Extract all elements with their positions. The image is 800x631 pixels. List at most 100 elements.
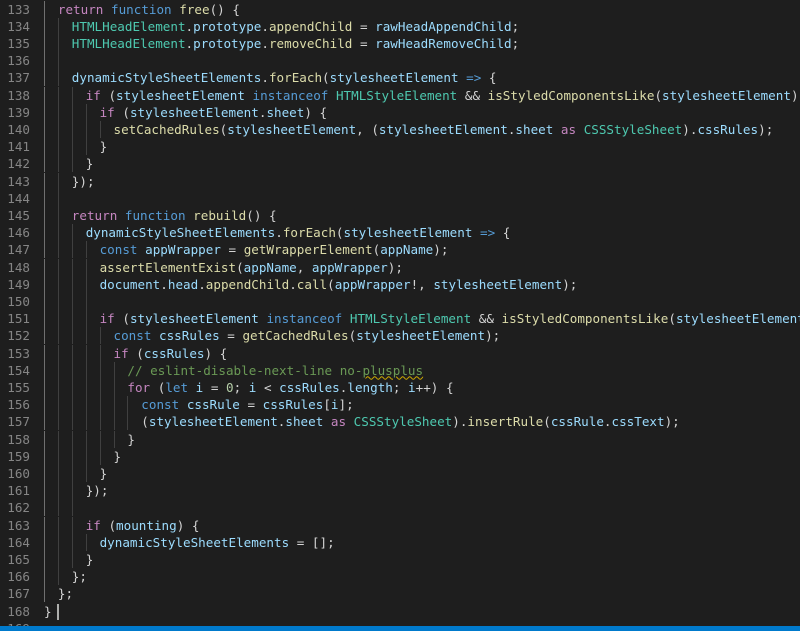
indent-guide: [57, 172, 59, 190]
code-token: ).: [682, 121, 698, 137]
indent-guide: [44, 413, 45, 431]
indent-guide: [44, 172, 45, 190]
indent-guide: [44, 138, 45, 156]
indent-guide: [127, 413, 129, 431]
indent-guide: [57, 568, 59, 586]
code-token: .: [275, 225, 283, 241]
indent-guide: [57, 103, 59, 121]
indent-guide: [99, 413, 101, 431]
code-token: cssRules: [697, 121, 759, 137]
code-token: appWrapper: [334, 276, 411, 292]
indent-guide: [57, 533, 59, 551]
line-code: if (stylesheetElement instanceof HTMLSty…: [86, 87, 800, 104]
indent-guide: [113, 361, 115, 379]
code-line[interactable]: 134 HTMLHeadElement.prototype.appendChild…: [0, 17, 800, 35]
indent-guide: [71, 378, 73, 397]
line-code: if (mounting) {: [86, 517, 200, 534]
code-line[interactable]: 144: [0, 189, 800, 207]
code-token: , (: [356, 121, 379, 137]
indent-guide: [113, 430, 115, 448]
code-token: return: [71, 207, 118, 223]
code-line[interactable]: 156 const cssRule = cssRules[i];: [0, 396, 800, 414]
indent-guide: [71, 258, 73, 276]
code-line[interactable]: 153 if (cssRules) {: [0, 344, 800, 362]
code-line[interactable]: 160}: [0, 464, 800, 483]
code-token: cssText: [611, 414, 665, 430]
line-number: 138: [7, 87, 30, 103]
code-line[interactable]: 158}: [0, 430, 800, 448]
line-number: 160: [7, 465, 30, 481]
indent-guide: [85, 310, 87, 328]
code-token: appWrapper: [145, 242, 221, 258]
indent-guide: [71, 361, 73, 379]
indent-guide: [57, 34, 59, 53]
indent-guide: [71, 86, 73, 104]
indent-guide: [99, 396, 101, 414]
indent-guide: [57, 275, 59, 293]
code-token: (: [327, 276, 335, 292]
code-line[interactable]: 162: [0, 499, 800, 517]
line-code: assertElementExist(appName, appWrapper);: [100, 259, 403, 276]
code-line[interactable]: 147 const appWrapper = getWrapperElement(…: [0, 241, 800, 259]
status-bar: [0, 626, 800, 631]
line-code: HTMLHeadElement.prototype.removeChild = …: [72, 35, 519, 52]
code-line[interactable]: 148 assertElementExist(appName, appWrappe…: [0, 258, 800, 276]
code-line[interactable]: 168}: [0, 603, 800, 620]
line-code: return function free() {: [58, 1, 240, 18]
code-line[interactable]: 139 if (stylesheetElement.sheet) {: [0, 103, 800, 121]
line-code: });: [86, 482, 109, 499]
code-line[interactable]: 141}: [0, 138, 800, 156]
code-token: (: [543, 414, 551, 430]
code-token: // eslint-disable-next-line no-: [127, 362, 363, 378]
code-token: }: [113, 448, 122, 464]
line-code: if (cssRules) {: [114, 345, 228, 362]
indent-guide: [71, 430, 73, 448]
indent-guide: [44, 206, 45, 225]
code-token: const: [113, 328, 152, 344]
indent-guide: [57, 52, 59, 70]
code-token: [: [323, 397, 331, 413]
code-line[interactable]: 133 return function free() {: [0, 0, 800, 18]
code-line[interactable]: 152 const cssRules = getCachedRules(style…: [0, 327, 800, 345]
code-line[interactable]: 159}: [0, 447, 800, 465]
code-line[interactable]: 142}: [0, 155, 800, 173]
indent-guide: [99, 361, 101, 379]
code-line[interactable]: 167};: [0, 585, 800, 603]
code-line[interactable]: 140 setCachedRules(stylesheetElement, (st…: [0, 120, 800, 139]
code-token: document: [99, 276, 161, 292]
code-line[interactable]: 166};: [0, 568, 800, 586]
code-line[interactable]: 146 dynamicStyleSheetElements.forEach(sty…: [0, 224, 800, 242]
code-line[interactable]: 151 if (stylesheetElement instanceof HTML…: [0, 310, 800, 328]
code-line[interactable]: 164 dynamicStyleSheetElements = [];: [0, 533, 800, 551]
code-line[interactable]: 154 // eslint-disable-next-line no-pluspl…: [0, 361, 800, 379]
code-token: rawHeadAppendChild: [375, 18, 512, 34]
code-token: {: [481, 70, 497, 86]
code-line[interactable]: 135 HTMLHeadElement.prototype.removeChild…: [0, 34, 800, 53]
indent-guide: [57, 499, 59, 517]
code-line[interactable]: 138 if (stylesheetElement instanceof HTML…: [0, 86, 800, 104]
code-line[interactable]: 161});: [0, 482, 800, 500]
code-line[interactable]: 145 return function rebuild() {: [0, 206, 800, 225]
line-code: HTMLHeadElement.prototype.appendChild = …: [72, 18, 519, 35]
indent-guide: [57, 138, 59, 156]
code-line[interactable]: 157 (stylesheetElement.sheet as CSSStyleS…: [0, 413, 800, 431]
code-line[interactable]: 136: [0, 52, 800, 70]
code-token: (: [668, 311, 676, 327]
code-editor[interactable]: 133 return function free() {134 HTMLHeadEl…: [0, 0, 800, 626]
code-token: length: [347, 379, 393, 395]
code-line[interactable]: 137 dynamicStyleSheetElements.forEach(sty…: [0, 69, 800, 87]
code-line[interactable]: 149 document.head.appendChild.call(appWra…: [0, 275, 800, 293]
code-line[interactable]: 155 for (let i = 0; i < cssRules.length; …: [0, 378, 800, 397]
code-token: (: [114, 104, 130, 120]
code-token: const: [99, 242, 138, 258]
indent-guide: [85, 396, 87, 414]
line-number: 150: [7, 293, 30, 309]
code-line[interactable]: 163 if (mounting) {: [0, 516, 800, 534]
code-token: }: [85, 551, 94, 567]
code-line[interactable]: 165}: [0, 550, 800, 569]
code-line[interactable]: 150: [0, 292, 800, 311]
indent-guide: [99, 327, 101, 345]
code-line[interactable]: 143});: [0, 172, 800, 190]
indent-guide: [85, 464, 87, 483]
